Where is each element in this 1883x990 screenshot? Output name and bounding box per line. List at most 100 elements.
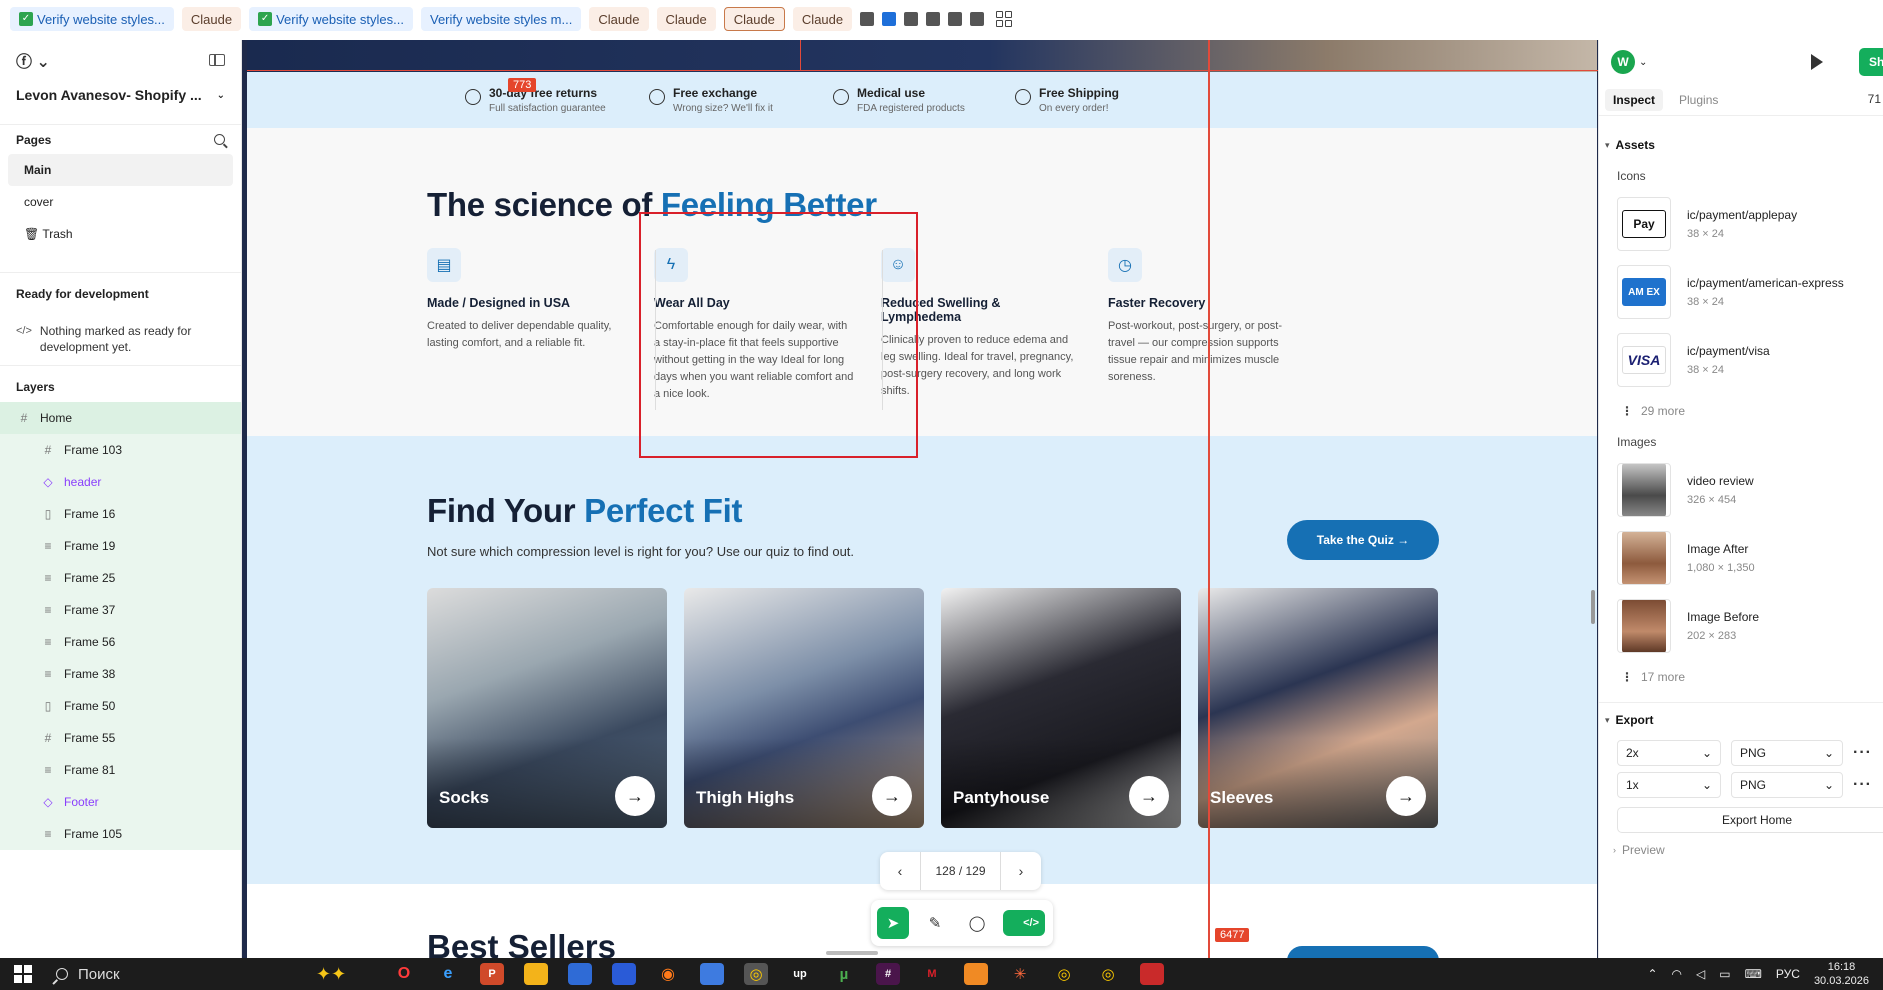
tab-square-icon[interactable]: [948, 12, 963, 26]
selection-box[interactable]: [639, 212, 918, 458]
chevron-down-icon[interactable]: ⌄: [217, 90, 225, 101]
icon-asset[interactable]: Pay ic/payment/applepay 38 × 24: [1599, 190, 1883, 258]
icon-asset[interactable]: AM EX ic/payment/american-express 38 × 24: [1599, 258, 1883, 326]
browser-tab[interactable]: Verify website styles...: [249, 7, 413, 31]
arrow-right-icon[interactable]: →: [872, 776, 912, 816]
design-canvas[interactable]: 30-day free returns Full satisfaction gua…: [242, 40, 1598, 958]
export-header[interactable]: ▾ Export: [1599, 703, 1883, 737]
browser-tab[interactable]: Claude: [792, 7, 853, 31]
browser-tab[interactable]: Claude: [181, 7, 242, 31]
icons-more[interactable]: ⋮ 29 more: [1599, 394, 1883, 428]
layer-item[interactable]: ◇ Footer: [0, 786, 241, 818]
layer-item[interactable]: ≡ Frame 105: [0, 818, 241, 850]
image-asset[interactable]: Image After 1,080 × 1,350: [1599, 524, 1883, 592]
layer-item[interactable]: ≡ Frame 81: [0, 754, 241, 786]
arrow-right-icon[interactable]: →: [615, 776, 655, 816]
take-quiz-button[interactable]: Take the Quiz →: [1287, 520, 1439, 560]
export-scale-select[interactable]: 1x ⌄: [1617, 772, 1721, 798]
chrome-icon[interactable]: ◎: [744, 963, 768, 985]
language-indicator[interactable]: РУС: [1776, 967, 1800, 981]
category-card-pantyhouse[interactable]: Pantyhouse →: [941, 588, 1181, 828]
utorrent-icon[interactable]: µ: [832, 963, 856, 985]
layer-item[interactable]: ≡ Frame 37: [0, 594, 241, 626]
arrow-right-icon[interactable]: →: [1129, 776, 1169, 816]
browser-tab[interactable]: Claude: [656, 7, 716, 31]
copilot-icon[interactable]: ✦✦: [316, 964, 376, 985]
opera-icon[interactable]: O: [392, 963, 416, 985]
taskbar-search[interactable]: Поиск: [56, 966, 256, 983]
zoom-level[interactable]: 71: [1868, 92, 1881, 106]
layer-item[interactable]: ≡ Frame 19: [0, 530, 241, 562]
winrar-icon[interactable]: [1140, 963, 1164, 985]
page-item[interactable]: cover: [8, 186, 233, 218]
tab-square-icon[interactable]: [904, 12, 919, 26]
dev-mode-toggle[interactable]: </>: [1003, 910, 1045, 936]
tab-square-icon[interactable]: [860, 12, 875, 26]
export-format-select[interactable]: PNG ⌄: [1731, 740, 1843, 766]
layer-item[interactable]: # Frame 55: [0, 722, 241, 754]
tab-square-icon[interactable]: [882, 12, 897, 26]
page-item[interactable]: Main: [8, 154, 233, 186]
folder-icon[interactable]: [524, 963, 548, 985]
layer-home[interactable]: # Home: [0, 402, 241, 434]
project-name[interactable]: Levon Avanesov- Shopify ... ⌄: [0, 80, 241, 110]
layer-item[interactable]: ≡ Frame 56: [0, 626, 241, 658]
claude-icon[interactable]: ✳: [1008, 963, 1032, 985]
chevron-left-icon[interactable]: ‹: [890, 863, 910, 879]
firefox-icon[interactable]: ◉: [656, 963, 680, 985]
battery-icon[interactable]: ▭: [1719, 967, 1730, 981]
bestsellers-button[interactable]: [1287, 946, 1439, 958]
slack-icon[interactable]: #: [876, 963, 900, 985]
move-tool-icon[interactable]: ➤: [877, 907, 909, 939]
layer-item[interactable]: ≡ Frame 25: [0, 562, 241, 594]
apps-grid-icon[interactable]: [996, 11, 1013, 27]
layer-item[interactable]: ◇ header: [0, 466, 241, 498]
chrome-icon[interactable]: ◎: [1052, 963, 1076, 985]
home-frame[interactable]: 30-day free returns Full satisfaction gua…: [247, 40, 1597, 958]
sidebar-toggle-icon[interactable]: [209, 54, 225, 66]
icon-asset[interactable]: VISA ic/payment/visa 38 × 24: [1599, 326, 1883, 394]
export-scale-select[interactable]: 2x ⌄: [1617, 740, 1721, 766]
app-icon[interactable]: [964, 963, 988, 985]
edge-icon[interactable]: e: [436, 963, 460, 985]
chevron-right-icon[interactable]: ›: [1011, 863, 1031, 879]
browser-tab[interactable]: Claude: [589, 7, 649, 31]
export-format-select[interactable]: PNG ⌄: [1731, 772, 1843, 798]
tab-square-icon[interactable]: [926, 12, 941, 26]
share-button[interactable]: Sh: [1859, 48, 1883, 76]
image-asset[interactable]: video review 326 × 454: [1599, 456, 1883, 524]
upwork-icon[interactable]: up: [788, 963, 812, 985]
search-icon[interactable]: [214, 134, 225, 145]
layer-item[interactable]: ≡ Frame 38: [0, 658, 241, 690]
app-icon[interactable]: [700, 963, 724, 985]
tab-square-icon[interactable]: [970, 12, 985, 26]
category-card-thigh-highs[interactable]: Thigh Highs →: [684, 588, 924, 828]
tab-plugins[interactable]: Plugins: [1671, 89, 1726, 111]
more-horizontal-icon[interactable]: ···: [1853, 744, 1872, 762]
powerpoint-icon[interactable]: P: [480, 963, 504, 985]
drag-handle[interactable]: [826, 951, 878, 955]
avatar[interactable]: W: [1611, 50, 1635, 74]
more-horizontal-icon[interactable]: ···: [1853, 776, 1872, 794]
browser-tab[interactable]: Verify website styles m...: [420, 7, 582, 31]
browser-tab[interactable]: Claude: [723, 7, 785, 31]
page-item[interactable]: 🗑 Trash: [8, 218, 233, 250]
mcafee-icon[interactable]: M: [920, 963, 944, 985]
comment-icon[interactable]: ◯: [961, 907, 993, 939]
clock[interactable]: 16:18 30.03.2026: [1814, 960, 1869, 988]
chevron-up-icon[interactable]: ⌃: [1647, 967, 1657, 981]
image-asset[interactable]: Image Before 202 × 283: [1599, 592, 1883, 660]
windows-start-icon[interactable]: [14, 965, 32, 983]
images-more[interactable]: ⋮ 17 more: [1599, 660, 1883, 694]
arrow-right-icon[interactable]: →: [1386, 776, 1426, 816]
layer-item[interactable]: ▯ Frame 16: [0, 498, 241, 530]
layer-item[interactable]: ▯ Frame 50: [0, 690, 241, 722]
browser-tab[interactable]: Verify website styles...: [10, 7, 174, 31]
preview-toggle[interactable]: › Preview: [1599, 833, 1883, 867]
pen-tool-icon[interactable]: ✎: [919, 907, 951, 939]
category-card-socks[interactable]: Socks →: [427, 588, 667, 828]
volume-icon[interactable]: ◁: [1696, 967, 1705, 981]
chrome-icon[interactable]: ◎: [1096, 963, 1120, 985]
export-home-button[interactable]: Export Home: [1617, 807, 1883, 833]
chevron-down-icon[interactable]: ⌄: [1639, 57, 1647, 68]
